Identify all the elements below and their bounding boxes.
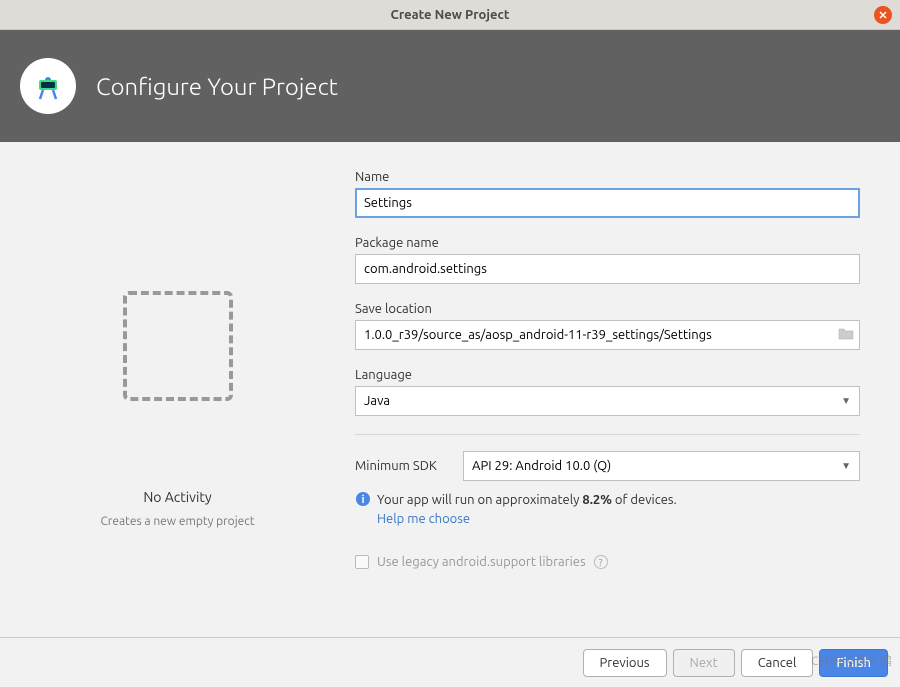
folder-icon[interactable]: [838, 326, 854, 344]
activity-name: No Activity: [143, 489, 211, 505]
language-value: Java: [364, 394, 390, 408]
chevron-down-icon: ▼: [841, 460, 851, 472]
activity-preview: [123, 291, 233, 401]
package-label: Package name: [355, 236, 860, 250]
sdk-value: API 29: Android 10.0 (Q): [472, 459, 611, 473]
finish-button[interactable]: Finish: [819, 649, 888, 677]
help-link[interactable]: Help me choose: [377, 512, 470, 526]
help-icon[interactable]: ?: [594, 555, 608, 569]
info-icon: i: [355, 491, 371, 507]
chevron-down-icon: ▼: [841, 395, 851, 407]
close-icon: [879, 11, 887, 19]
android-studio-icon: [20, 58, 76, 114]
language-label: Language: [355, 368, 860, 382]
language-select[interactable]: Java ▼: [355, 386, 860, 416]
window-title: Create New Project: [391, 8, 510, 22]
svg-text:i: i: [361, 494, 364, 506]
content: No Activity Creates a new empty project …: [0, 142, 900, 637]
footer: Previous Next Cancel Finish: [0, 637, 900, 687]
legacy-label: Use legacy android.support libraries: [377, 555, 586, 569]
header: Configure Your Project: [0, 30, 900, 142]
legacy-checkbox[interactable]: [355, 555, 369, 569]
form-panel: Name Package name Save location Language…: [355, 142, 900, 637]
cancel-button[interactable]: Cancel: [741, 649, 814, 677]
sdk-select[interactable]: API 29: Android 10.0 (Q) ▼: [463, 451, 860, 481]
divider: [355, 434, 860, 435]
package-input[interactable]: [355, 254, 860, 284]
sdk-label: Minimum SDK: [355, 459, 455, 473]
name-input[interactable]: [355, 188, 860, 218]
next-button: Next: [673, 649, 735, 677]
left-panel: No Activity Creates a new empty project: [0, 142, 355, 637]
page-title: Configure Your Project: [96, 73, 338, 100]
location-label: Save location: [355, 302, 860, 316]
location-input[interactable]: [355, 320, 860, 350]
sdk-info-text: Your app will run on approximately 8.2% …: [377, 491, 677, 509]
activity-description: Creates a new empty project: [100, 515, 254, 528]
close-button[interactable]: [874, 6, 892, 24]
titlebar: Create New Project: [0, 0, 900, 30]
previous-button[interactable]: Previous: [583, 649, 667, 677]
name-label: Name: [355, 170, 860, 184]
